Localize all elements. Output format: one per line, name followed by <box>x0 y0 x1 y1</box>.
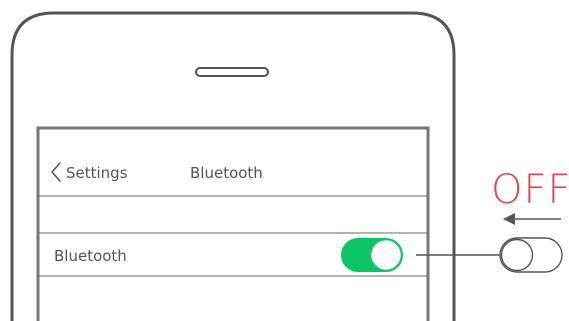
off-label: OFF <box>491 167 569 213</box>
bluetooth-row-label: Bluetooth <box>54 247 127 265</box>
toggle-off-knob <box>500 238 534 272</box>
bluetooth-toggle-diagram: Settings Bluetooth Bluetooth OFF <box>10 11 569 321</box>
page-title: Bluetooth <box>190 164 263 182</box>
left-arrow-icon <box>503 213 561 225</box>
back-label: Settings <box>66 164 128 182</box>
chevron-left-icon <box>51 162 61 182</box>
back-button[interactable]: Settings <box>51 162 128 182</box>
toggle-knob <box>369 238 403 272</box>
bluetooth-toggle[interactable] <box>341 238 403 272</box>
speaker-slot-icon <box>195 67 269 77</box>
phone-screen <box>36 126 430 321</box>
toggle-off-illustration <box>499 237 563 273</box>
